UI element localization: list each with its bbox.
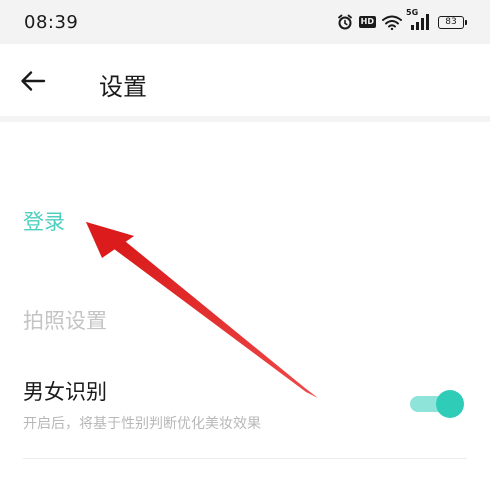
network-type-label: 5G	[406, 8, 419, 17]
alarm-icon	[337, 14, 353, 30]
arrow-left-icon	[21, 71, 46, 91]
login-link[interactable]: 登录	[23, 206, 65, 236]
wifi-icon	[382, 15, 402, 30]
header-divider	[0, 116, 490, 122]
page-header: 设置	[0, 44, 490, 116]
status-time: 08:39	[24, 12, 79, 33]
status-icons: HD 5G 83	[337, 8, 467, 30]
page-title: 设置	[99, 73, 147, 101]
battery-level: 83	[445, 17, 457, 27]
red-arrow-icon	[86, 222, 318, 398]
gender-recognition-toggle[interactable]	[410, 390, 464, 418]
status-bar: 08:39 HD 5G 83	[0, 0, 490, 44]
back-button[interactable]	[16, 64, 50, 98]
toggle-knob	[436, 390, 464, 418]
battery-icon: 83	[438, 15, 467, 29]
signal-icon: 5G	[406, 8, 432, 30]
gender-recognition-description: 开启后，将基于性别判断优化美妆效果	[23, 416, 261, 432]
hd-icon: HD	[358, 16, 376, 28]
gender-recognition-title: 男女识别	[23, 380, 107, 404]
section-label-photo-settings: 拍照设置	[23, 309, 107, 333]
row-divider	[23, 458, 467, 459]
